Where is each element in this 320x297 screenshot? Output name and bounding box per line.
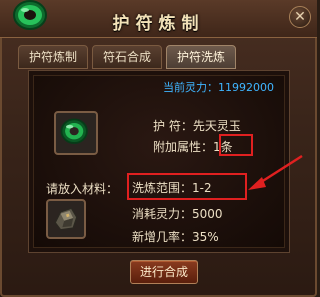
cost-row: 消耗灵力：5000 — [132, 207, 223, 221]
tab-amulet-craft[interactable]: 护符炼制 — [18, 45, 88, 69]
highlight-box-range — [127, 173, 247, 200]
material-label: 请放入材料： — [46, 182, 119, 196]
tab-rune-combine[interactable]: 符石合成 — [92, 45, 162, 69]
close-button[interactable]: ✕ — [289, 6, 311, 28]
new-rate-row: 新增几率：35% — [132, 230, 219, 244]
tab-amulet-refine[interactable]: 护符洗炼 — [166, 45, 236, 69]
material-slot[interactable] — [46, 199, 86, 239]
ore-stone-icon — [54, 207, 78, 231]
current-power: 当前灵力：11992000 — [163, 81, 274, 94]
amulet-slot[interactable] — [54, 111, 98, 155]
red-arrow-icon — [248, 154, 303, 190]
close-icon: ✕ — [294, 9, 306, 25]
jade-ring-icon — [13, 0, 47, 30]
amulet-row: 护 符：先天灵玉 — [153, 119, 241, 133]
start-combine-button[interactable]: 进行合成 — [130, 260, 198, 284]
jade-ring-icon — [60, 118, 88, 144]
